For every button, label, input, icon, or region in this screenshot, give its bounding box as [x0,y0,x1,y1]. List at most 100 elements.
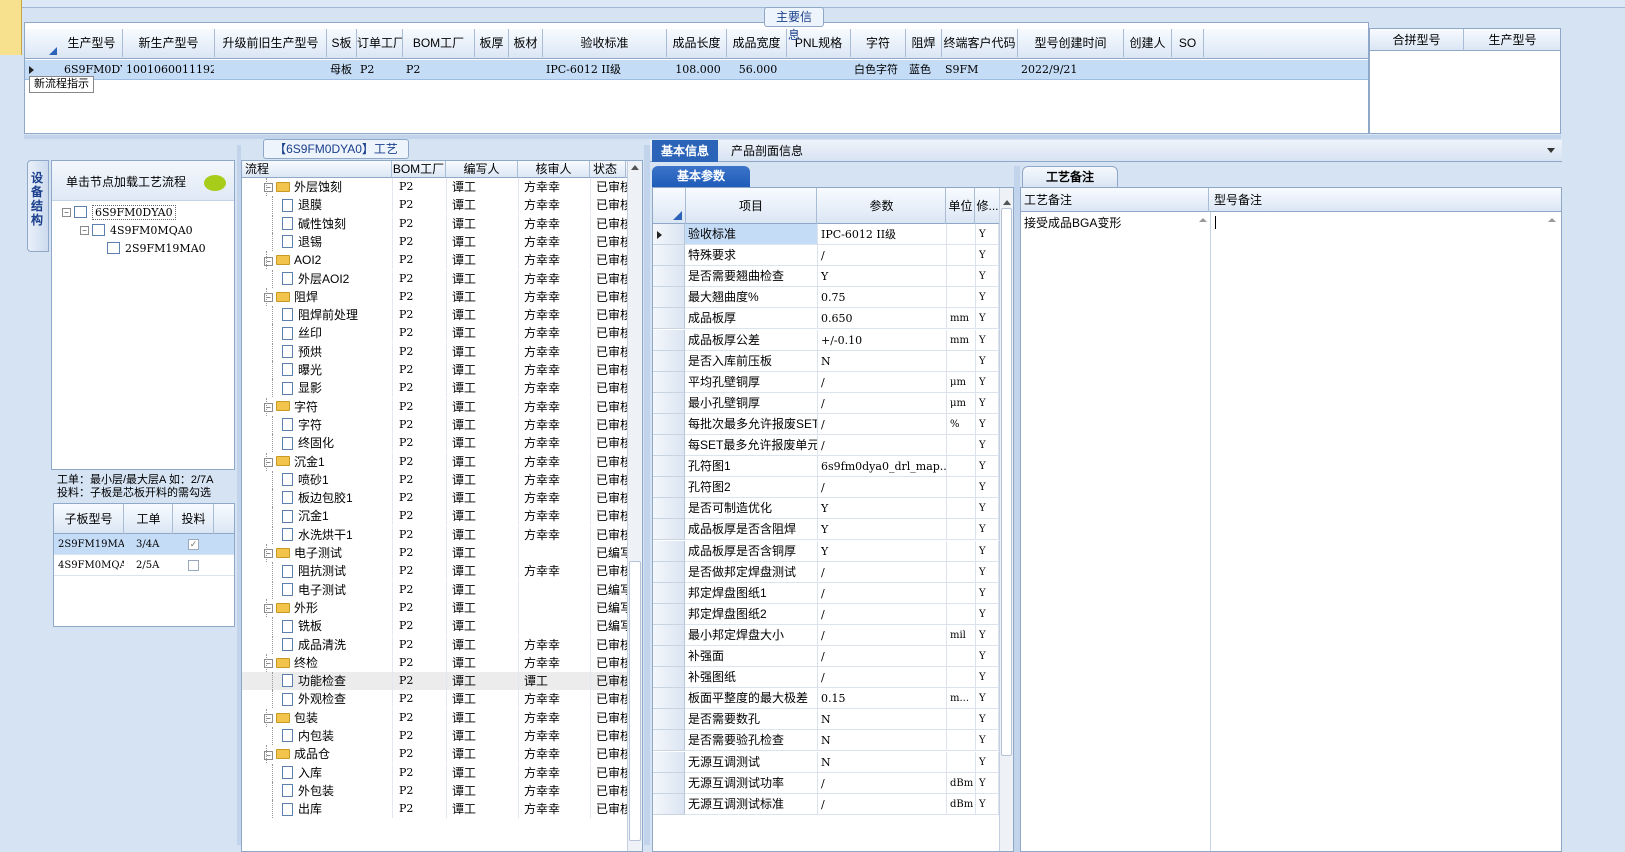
row-selector[interactable] [653,646,685,667]
flow-row[interactable]: − 成品仓 P2 谭工 方幸幸 已审核 [242,745,628,764]
row-selector[interactable] [653,624,685,646]
row-selector[interactable] [653,392,685,414]
notes-col-process[interactable]: 工艺备注 [1024,188,1209,212]
column-header[interactable]: 板厚 [475,29,509,57]
row-selector[interactable] [653,561,685,583]
tabs-dropdown-icon[interactable] [1547,148,1555,153]
horizontal-splitter[interactable] [24,135,1561,139]
flow-row[interactable]: 板边包胶1 P2 谭工 方幸幸 已审核 [242,489,628,508]
row-selector[interactable] [653,308,685,330]
param-value[interactable]: +/-0.10 [818,329,947,351]
param-flag[interactable]: Y [976,329,999,351]
params-scroll-up-icon[interactable] [1003,200,1011,205]
tab-basic-info[interactable]: 基本信息 [652,140,718,162]
flow-row[interactable]: 电子测试 P2 谭工 已编写 [242,580,628,599]
row-selector[interactable] [653,603,685,625]
param-value[interactable]: / [818,646,947,667]
vertical-splitter-mid[interactable] [644,145,650,845]
merge-col-1[interactable]: 合拼型号 [1370,29,1464,51]
row-selector[interactable] [653,435,685,456]
notes-col-model[interactable]: 型号备注 [1214,188,1414,212]
param-value[interactable]: / [818,582,947,604]
column-header[interactable]: 生产型号 [61,29,123,57]
flow-col-header[interactable]: 核审人 [518,161,590,178]
row-selector[interactable] [653,667,685,689]
param-value[interactable]: / [818,413,947,435]
param-value[interactable]: / [818,371,947,393]
model-note-field[interactable] [1212,212,1561,851]
flow-row[interactable]: 阻焊前处理 P2 谭工 方幸幸 已审核 [242,306,628,325]
params-col-unit[interactable]: 单位 [947,188,975,224]
param-flag[interactable]: Y [976,624,999,646]
param-value[interactable]: / [818,561,947,583]
param-value[interactable]: Y [818,266,947,288]
row-selector[interactable] [653,350,685,372]
column-header[interactable]: 型号创建时间 [1018,29,1124,57]
flow-row[interactable]: 入库 P2 谭工 方幸幸 已审核 [242,763,628,782]
expander-icon[interactable]: − [62,208,71,218]
main-info-row[interactable]: 6S9FM0DYA010010600111920母板P2P2IPC-6012 I… [25,60,1368,80]
tree-node[interactable]: 2S9FM19MA0 [98,239,206,257]
param-value[interactable]: / [818,793,947,815]
tree-node[interactable]: − 6S9FM0DYA0 [62,203,176,221]
param-value[interactable]: / [818,772,947,794]
sub-board-row[interactable]: 2S9FM19MA0 3/4A ✓ [54,534,234,555]
row-selector[interactable] [653,582,685,604]
column-header[interactable]: BOM工厂 [403,29,475,57]
vertical-tab-structure[interactable]: 设备结构 [27,160,49,252]
param-value[interactable]: / [818,435,947,456]
param-flag[interactable]: Y [976,413,999,435]
param-flag[interactable]: Y [976,371,999,393]
flow-row[interactable]: 碱性蚀刻 P2 谭工 方幸幸 已审核 [242,214,628,233]
column-header[interactable]: 字符 [851,29,906,57]
flow-row[interactable]: 阻抗测试 P2 谭工 方幸幸 已审核 [242,562,628,581]
flow-row[interactable]: − 外层蚀刻 P2 谭工 方幸幸 已审核 [242,178,628,196]
param-flag[interactable]: Y [976,540,999,562]
flow-row[interactable]: − 阻焊 P2 谭工 方幸幸 已审核 [242,287,628,306]
expander-icon[interactable] [98,244,104,254]
param-flag[interactable]: Y [976,603,999,625]
flow-row[interactable]: − 包装 P2 谭工 方幸幸 已审核 [242,708,628,727]
param-value[interactable]: 0.15 [818,688,947,710]
flow-row[interactable]: 退锡 P2 谭工 方幸幸 已审核 [242,232,628,251]
param-value[interactable]: Y [818,519,947,541]
param-flag[interactable]: Y [976,350,999,372]
flow-row[interactable]: 外包装 P2 谭工 方幸幸 已审核 [242,781,628,800]
row-selector[interactable] [653,540,685,562]
sub-col-order[interactable]: 工单 [125,504,173,534]
flow-row[interactable]: − 字符 P2 谭工 方幸幸 已审核 [242,397,628,416]
flow-row[interactable]: − 终检 P2 谭工 方幸幸 已审核 [242,653,628,672]
tree-node[interactable]: − 4S9FM0MQA0 [80,221,193,239]
param-flag[interactable]: Y [976,435,999,456]
feed-checkbox[interactable]: ✓ [188,539,199,550]
flow-row[interactable]: − AOI2 P2 谭工 方幸幸 已审核 [242,251,628,270]
param-flag[interactable]: Y [976,308,999,330]
flow-row[interactable]: 功能检查 P2 谭工 谭工 已审核 [242,672,628,691]
param-flag[interactable]: Y [976,667,999,689]
param-flag[interactable]: Y [976,498,999,520]
expander-icon[interactable]: − [80,226,89,236]
param-flag[interactable]: Y [976,561,999,583]
params-col-flag[interactable]: 修... [976,188,999,224]
tab-profile-info[interactable]: 产品剖面信息 [722,140,812,162]
merge-col-2[interactable]: 生产型号 [1465,29,1560,51]
param-flag[interactable]: Y [976,751,999,773]
column-header[interactable]: SO [1172,29,1204,57]
param-flag[interactable]: Y [976,287,999,309]
params-col-value[interactable]: 参数 [818,188,946,224]
subtab-basic-params[interactable]: 基本参数 [652,166,750,187]
flow-row[interactable]: 终固化 P2 谭工 方幸幸 已审核 [242,434,628,453]
column-header[interactable]: 成品宽度 [727,29,787,57]
param-value[interactable]: N [818,751,947,773]
flow-row[interactable]: 字符 P2 谭工 方幸幸 已审核 [242,415,628,434]
row-selector[interactable] [653,266,685,288]
flow-row[interactable]: 出库 P2 谭工 方幸幸 已审核 [242,800,628,819]
flow-col-header[interactable]: 编写人 [446,161,518,178]
param-flag[interactable]: Y [976,688,999,710]
param-flag[interactable]: Y [976,646,999,667]
flow-row[interactable]: 外观检查 P2 谭工 方幸幸 已审核 [242,690,628,709]
flow-scroll-thumb[interactable] [629,561,641,841]
column-header[interactable]: 订单工厂 [357,29,403,57]
flow-row[interactable]: 曝光 P2 谭工 方幸幸 已审核 [242,361,628,379]
flow-scrollbar[interactable] [627,161,642,851]
